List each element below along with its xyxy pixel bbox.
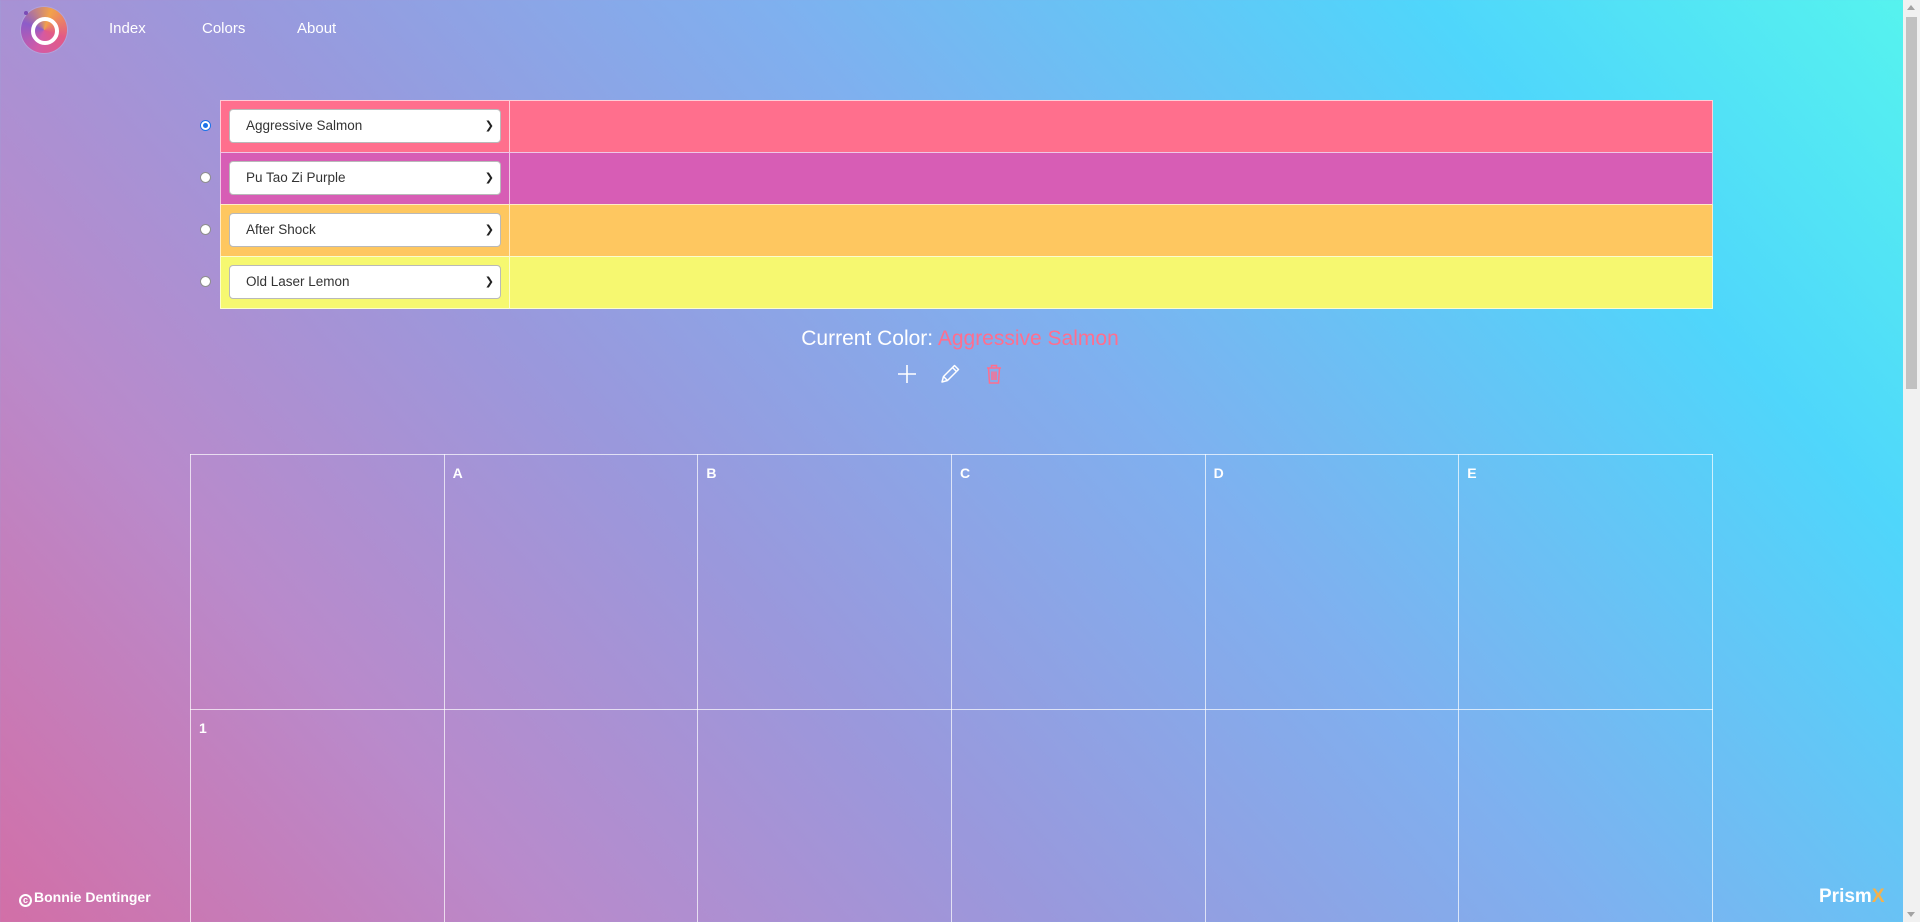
scrollbar-thumb[interactable] bbox=[1906, 17, 1917, 389]
grid-cell[interactable] bbox=[697, 709, 952, 922]
color-select-value: Aggressive Salmon bbox=[246, 118, 363, 133]
color-select[interactable]: Aggressive Salmon ❯ bbox=[229, 109, 501, 143]
palette-row: Pu Tao Zi Purple ❯ bbox=[200, 152, 1713, 204]
brand-logo: PrismX bbox=[1819, 886, 1885, 908]
select-cell: Aggressive Salmon ❯ bbox=[221, 101, 510, 152]
current-color: Current Color: Aggressive Salmon bbox=[0, 327, 1920, 351]
grid-row-header: 1 bbox=[190, 709, 445, 922]
grid-row: 1 bbox=[190, 709, 1713, 922]
grid-column-header: A bbox=[443, 454, 699, 710]
logo-icon[interactable] bbox=[21, 7, 67, 53]
brand-main: Prism bbox=[1819, 886, 1872, 907]
palette-radio[interactable] bbox=[200, 120, 211, 131]
copyright-name: Bonnie Dentinger bbox=[34, 889, 151, 905]
palette-row: Old Laser Lemon ❯ bbox=[200, 256, 1713, 309]
grid-cell[interactable] bbox=[443, 709, 699, 922]
grid-column-header: D bbox=[1204, 454, 1460, 710]
palette-radio[interactable] bbox=[200, 172, 211, 183]
chevron-down-icon: ❯ bbox=[484, 172, 494, 184]
palette-radio[interactable] bbox=[200, 224, 211, 235]
trash-icon bbox=[987, 364, 1001, 384]
color-select[interactable]: Old Laser Lemon ❯ bbox=[229, 265, 501, 299]
nav-colors[interactable]: Colors bbox=[202, 20, 245, 37]
copyright-icon: c bbox=[19, 894, 32, 907]
chevron-down-icon: ❯ bbox=[484, 276, 494, 288]
pencil-icon bbox=[941, 364, 960, 383]
scroll-up-icon[interactable] bbox=[1907, 5, 1915, 10]
current-color-value: Aggressive Salmon bbox=[937, 327, 1119, 350]
nav-index[interactable]: Index bbox=[109, 20, 146, 37]
palette-radio[interactable] bbox=[200, 276, 211, 287]
color-select[interactable]: After Shock ❯ bbox=[229, 213, 501, 247]
select-cell: Old Laser Lemon ❯ bbox=[221, 257, 510, 308]
palette-row: After Shock ❯ bbox=[200, 204, 1713, 256]
chevron-down-icon: ❯ bbox=[484, 120, 494, 132]
grid-column-header: B bbox=[697, 454, 952, 710]
copyright: c Bonnie Dentinger bbox=[19, 889, 151, 907]
grid-corner-cell bbox=[190, 454, 445, 710]
grid-cell[interactable] bbox=[1204, 709, 1460, 922]
brand-accent: X bbox=[1871, 886, 1885, 907]
nav-about[interactable]: About bbox=[297, 20, 336, 37]
color-grid: A B C D E 1 bbox=[190, 454, 1713, 922]
scroll-down-icon[interactable] bbox=[1907, 912, 1915, 917]
vertical-scrollbar[interactable] bbox=[1903, 0, 1920, 922]
palette-row: Aggressive Salmon ❯ bbox=[200, 100, 1713, 152]
color-select[interactable]: Pu Tao Zi Purple ❯ bbox=[229, 161, 501, 195]
add-color-button[interactable] bbox=[893, 360, 921, 388]
delete-color-button[interactable] bbox=[980, 360, 1008, 388]
grid-header-row: A B C D E bbox=[190, 454, 1713, 710]
color-select-value: Old Laser Lemon bbox=[246, 274, 350, 289]
palette-list: Aggressive Salmon ❯ Pu Tao Zi Purple ❯ A… bbox=[200, 100, 1713, 309]
chevron-down-icon: ❯ bbox=[484, 224, 494, 236]
edit-color-button[interactable] bbox=[936, 360, 964, 388]
grid-column-header: C bbox=[950, 454, 1206, 710]
color-select-value: After Shock bbox=[246, 222, 316, 237]
select-cell: After Shock ❯ bbox=[221, 205, 510, 256]
grid-cell[interactable] bbox=[1458, 709, 1713, 922]
plus-icon bbox=[898, 365, 916, 383]
grid-cell[interactable] bbox=[950, 709, 1206, 922]
current-color-label: Current Color: bbox=[801, 327, 934, 350]
color-select-value: Pu Tao Zi Purple bbox=[246, 170, 346, 185]
select-cell: Pu Tao Zi Purple ❯ bbox=[221, 153, 510, 204]
grid-column-header: E bbox=[1458, 454, 1713, 710]
